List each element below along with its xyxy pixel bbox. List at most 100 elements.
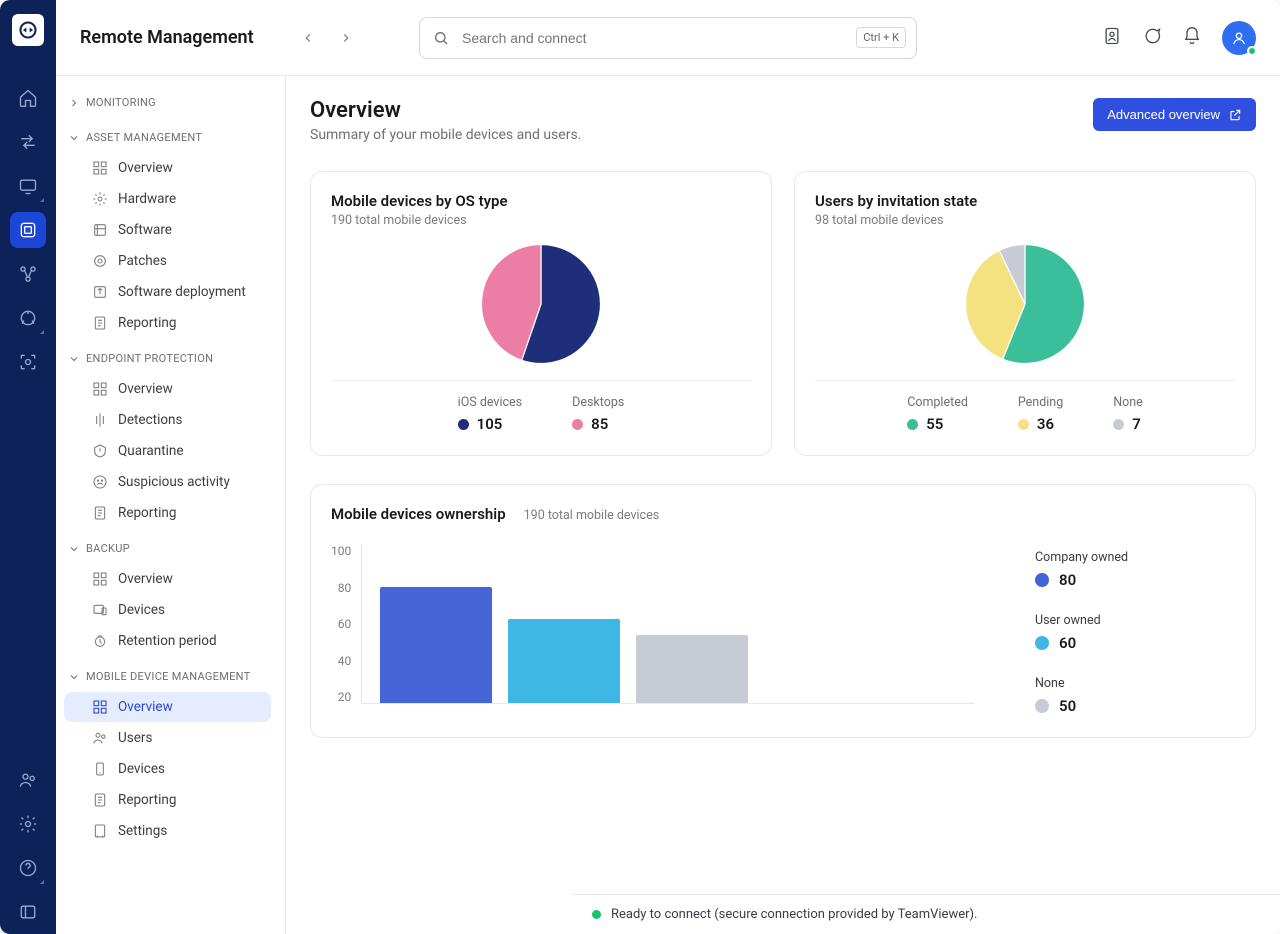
sidebar-item-settings[interactable]: Settings — [64, 816, 271, 846]
legend-dot-icon — [572, 419, 583, 430]
bar — [636, 635, 748, 703]
rail-workflow[interactable] — [10, 256, 46, 292]
sidebar-group-asset-management[interactable]: ASSET MANAGEMENT — [56, 123, 279, 152]
rail-remote-icon[interactable] — [10, 168, 46, 204]
sidebar-item-label: Hardware — [118, 191, 176, 207]
nav-rail — [0, 0, 56, 934]
sidebar-item-detections[interactable]: Detections — [64, 405, 271, 435]
devices-icon — [92, 602, 108, 618]
legend-dot-icon — [1035, 573, 1049, 587]
sidebar-item-retention-period[interactable]: Retention period — [64, 626, 271, 656]
pie-os-chart — [479, 242, 603, 366]
legend-dot-icon — [1035, 699, 1049, 713]
bar — [508, 619, 620, 703]
rail-collapse[interactable] — [10, 894, 46, 930]
rail-settings[interactable] — [10, 806, 46, 842]
quarantine-icon — [92, 443, 108, 459]
sidebar-item-devices[interactable]: Devices — [64, 595, 271, 625]
advanced-overview-label: Advanced overview — [1107, 107, 1220, 122]
sidebar-group-backup[interactable]: BACKUP — [56, 534, 279, 563]
chat-icon[interactable] — [1142, 26, 1162, 50]
detect-icon — [92, 412, 108, 428]
suspicious-icon — [92, 474, 108, 490]
sidebar-item-overview[interactable]: Overview — [64, 692, 271, 722]
legend-dot-icon — [907, 419, 918, 430]
sidebar-item-patches[interactable]: Patches — [64, 246, 271, 276]
legend-item: iOS devices105 — [458, 395, 522, 433]
sidebar: MONITORING ASSET MANAGEMENT Overview Hardwa… — [56, 76, 286, 934]
sidebar-item-label: Devices — [118, 761, 165, 777]
sidebar-group-endpoint-protection[interactable]: ENDPOINT PROTECTION — [56, 344, 279, 373]
sidebar-item-label: Reporting — [118, 315, 176, 331]
sidebar-item-label: Software deployment — [118, 284, 246, 300]
advanced-overview-button[interactable]: Advanced overview — [1093, 98, 1256, 131]
chevron-icon — [68, 132, 80, 144]
search-kbd: Ctrl + K — [856, 27, 906, 48]
rail-help[interactable] — [10, 850, 46, 886]
sidebar-group-mobile-device-management[interactable]: MOBILE DEVICE MANAGEMENT — [56, 662, 279, 691]
bell-icon[interactable] — [1182, 26, 1202, 50]
settings-icon — [92, 823, 108, 839]
sidebar-item-software[interactable]: Software — [64, 215, 271, 245]
nav-forward[interactable] — [332, 24, 360, 52]
search-field[interactable]: Ctrl + K — [419, 17, 917, 59]
sidebar-item-suspicious-activity[interactable]: Suspicious activity — [64, 467, 271, 497]
sidebar-item-label: Patches — [118, 253, 167, 269]
sidebar-item-label: Overview — [118, 571, 173, 587]
page-subtitle: Summary of your mobile devices and users… — [310, 127, 581, 143]
chevron-icon — [68, 671, 80, 683]
sidebar-item-label: Quarantine — [118, 443, 184, 459]
hardware-icon — [92, 191, 108, 207]
sidebar-item-reporting[interactable]: Reporting — [64, 308, 271, 338]
rail-users[interactable] — [10, 762, 46, 798]
card-os-sub: 190 total mobile devices — [331, 213, 751, 228]
sidebar-item-reporting[interactable]: Reporting — [64, 498, 271, 528]
card-inv-title: Users by invitation state — [815, 192, 1235, 210]
sidebar-item-overview[interactable]: Overview — [64, 153, 271, 183]
sidebar-item-users[interactable]: Users — [64, 723, 271, 753]
dashboard-icon — [92, 160, 108, 176]
sidebar-item-label: Overview — [118, 160, 173, 176]
bar-legend-item: Company owned80 — [1035, 550, 1235, 589]
sidebar-item-label: Settings — [118, 823, 167, 839]
sidebar-item-reporting[interactable]: Reporting — [64, 785, 271, 815]
card-invitation: Users by invitation state 98 total mobil… — [794, 171, 1256, 456]
rail-transfer[interactable] — [10, 124, 46, 160]
sidebar-item-hardware[interactable]: Hardware — [64, 184, 271, 214]
sidebar-item-label: Software — [118, 222, 172, 238]
app-logo[interactable] — [12, 14, 44, 46]
sidebar-group-monitoring[interactable]: MONITORING — [56, 88, 279, 117]
report-icon — [92, 315, 108, 331]
patch-icon — [92, 253, 108, 269]
app-title: Remote Management — [80, 27, 254, 48]
sidebar-item-label: Overview — [118, 699, 173, 715]
sidebar-item-software-deployment[interactable]: Software deployment — [64, 277, 271, 307]
pie-inv-chart — [963, 242, 1087, 366]
rail-home[interactable] — [10, 80, 46, 116]
sidebar-item-devices[interactable]: Devices — [64, 754, 271, 784]
dashboard-icon — [92, 571, 108, 587]
sidebar-item-overview[interactable]: Overview — [64, 564, 271, 594]
search-icon — [420, 30, 462, 46]
avatar[interactable] — [1222, 21, 1256, 55]
deploy-icon — [92, 284, 108, 300]
nav-back[interactable] — [294, 24, 322, 52]
chevron-icon — [68, 543, 80, 555]
phone-icon — [92, 761, 108, 777]
dashboard-icon — [92, 381, 108, 397]
content: Overview Summary of your mobile devices … — [286, 76, 1280, 934]
contacts-icon[interactable] — [1102, 26, 1122, 50]
card-inv-sub: 98 total mobile devices — [815, 213, 1235, 228]
search-input[interactable] — [462, 30, 856, 46]
report-icon — [92, 792, 108, 808]
rail-scan[interactable] — [10, 344, 46, 380]
sidebar-item-quarantine[interactable]: Quarantine — [64, 436, 271, 466]
sidebar-item-label: Reporting — [118, 792, 176, 808]
rail-management[interactable] — [10, 212, 46, 248]
rail-support[interactable] — [10, 300, 46, 336]
sidebar-item-label: Retention period — [118, 633, 217, 649]
sidebar-item-overview[interactable]: Overview — [64, 374, 271, 404]
card-own-sub: 190 total mobile devices — [524, 508, 660, 523]
card-os-title: Mobile devices by OS type — [331, 192, 751, 210]
legend-dot-icon — [458, 419, 469, 430]
